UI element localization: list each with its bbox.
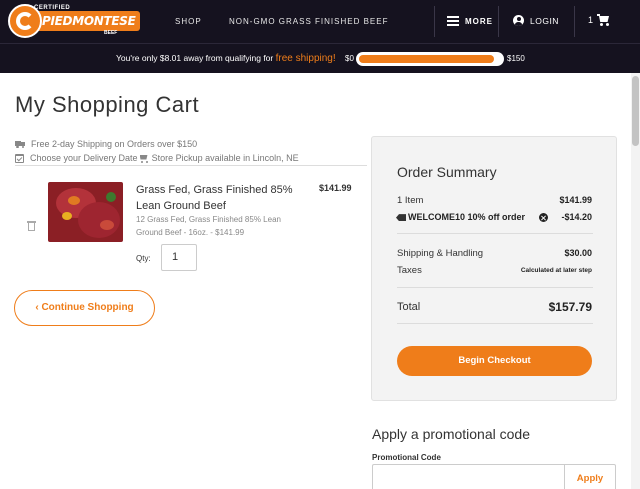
items-count-label: 1 Item: [397, 195, 424, 206]
nav-shop-link[interactable]: SHOP: [175, 17, 202, 26]
trash-icon[interactable]: [27, 221, 36, 231]
items-subtotal: $141.99: [559, 195, 592, 205]
divider: [15, 165, 367, 166]
logo-main-text: PIEDMONTESE: [42, 14, 136, 28]
free-shipping-bar: You're only $8.01 away from qualifying f…: [0, 43, 640, 73]
remove-coupon-icon[interactable]: [539, 213, 548, 222]
divider: [397, 323, 593, 324]
quantity-input[interactable]: 1: [161, 244, 197, 271]
nav-divider: [434, 6, 435, 37]
free-shipping-message: You're only $8.01 away from qualifying f…: [116, 53, 336, 64]
hamburger-icon: [447, 16, 459, 26]
top-navigation: PIEDMONTESE CERTIFIED BEEF SHOP NON-GMO …: [0, 0, 640, 43]
taxes-value: Calculated at later step: [520, 267, 592, 274]
shipping-progress-bar: [356, 52, 504, 66]
promo-code-label: Promotional Code: [372, 453, 441, 462]
delivery-date-link[interactable]: Choose your Delivery Date: [30, 153, 138, 163]
brand-logo[interactable]: PIEDMONTESE CERTIFIED BEEF: [8, 4, 140, 38]
coupon-line: WELCOME10 10% off order: [396, 212, 525, 222]
scrollbar-thumb[interactable]: [632, 76, 639, 146]
progress-max-label: $150: [507, 54, 525, 63]
logo-bottom-text: BEEF: [104, 30, 118, 36]
total-value: $157.79: [548, 300, 592, 314]
shipping-info-text: Free 2-day Shipping on Orders over $150: [31, 139, 198, 149]
coupon-discount: -$14.20: [561, 212, 592, 222]
begin-checkout-button[interactable]: Begin Checkout: [397, 346, 592, 376]
nav-divider: [574, 6, 575, 37]
total-label: Total: [397, 301, 421, 313]
calendar-check-icon: [15, 153, 24, 163]
user-icon: [513, 15, 524, 26]
progress-min-label: $0: [345, 54, 354, 63]
promo-section-title: Apply a promotional code: [372, 426, 530, 442]
product-name[interactable]: Grass Fed, Grass Finished 85% Lean Groun…: [136, 182, 296, 214]
quantity-label: Qty:: [136, 254, 151, 263]
logo-top-text: CERTIFIED: [34, 5, 71, 11]
store-pickup-icon: [138, 154, 148, 163]
cart-button[interactable]: 1: [588, 14, 610, 26]
logo-wordmark: PIEDMONTESE: [30, 11, 140, 31]
coupon-label: WELCOME10 10% off order: [408, 212, 526, 222]
order-summary-panel: Order Summary 1 Item $141.99 WELCOME10 1…: [371, 136, 617, 401]
product-image[interactable]: [48, 182, 123, 242]
shipping-value: $30.00: [564, 248, 592, 258]
free-shipping-highlight: free shipping!: [275, 53, 336, 64]
login-label: LOGIN: [530, 15, 559, 26]
more-menu-button[interactable]: MORE: [447, 14, 493, 28]
divider: [397, 287, 593, 288]
more-menu-label: MORE: [465, 16, 493, 26]
shipping-info: Free 2-day Shipping on Orders over $150: [15, 139, 197, 149]
apply-promo-button[interactable]: Apply: [564, 464, 616, 489]
shipping-label: Shipping & Handling: [397, 248, 484, 259]
divider: [397, 233, 593, 234]
delivery-info: Choose your Delivery Date Store Pickup a…: [15, 153, 299, 163]
login-button[interactable]: LOGIN: [513, 15, 559, 26]
product-price: $141.99: [319, 183, 352, 193]
promo-code-input[interactable]: [372, 464, 565, 489]
product-description: 12 Grass Fed, Grass Finished 85% Lean Gr…: [136, 215, 281, 237]
truck-icon: [15, 140, 25, 148]
shipping-progress-fill: [359, 55, 494, 63]
continue-shopping-button[interactable]: ‹ Continue Shopping: [14, 290, 155, 326]
order-summary-title: Order Summary: [397, 164, 497, 180]
coupon-tag-icon: [396, 214, 406, 222]
cart-count-badge: 1: [588, 15, 594, 25]
store-pickup-text: Store Pickup available in Lincoln, NE: [151, 153, 299, 163]
nav-nongmo-link[interactable]: NON-GMO GRASS FINISHED BEEF: [229, 17, 388, 26]
taxes-label: Taxes: [397, 265, 422, 276]
page-title: My Shopping Cart: [15, 92, 200, 117]
free-shipping-prefix: You're only $8.01 away from qualifying f…: [116, 53, 276, 63]
shopping-cart-icon: [597, 14, 610, 26]
nav-divider: [498, 6, 499, 37]
